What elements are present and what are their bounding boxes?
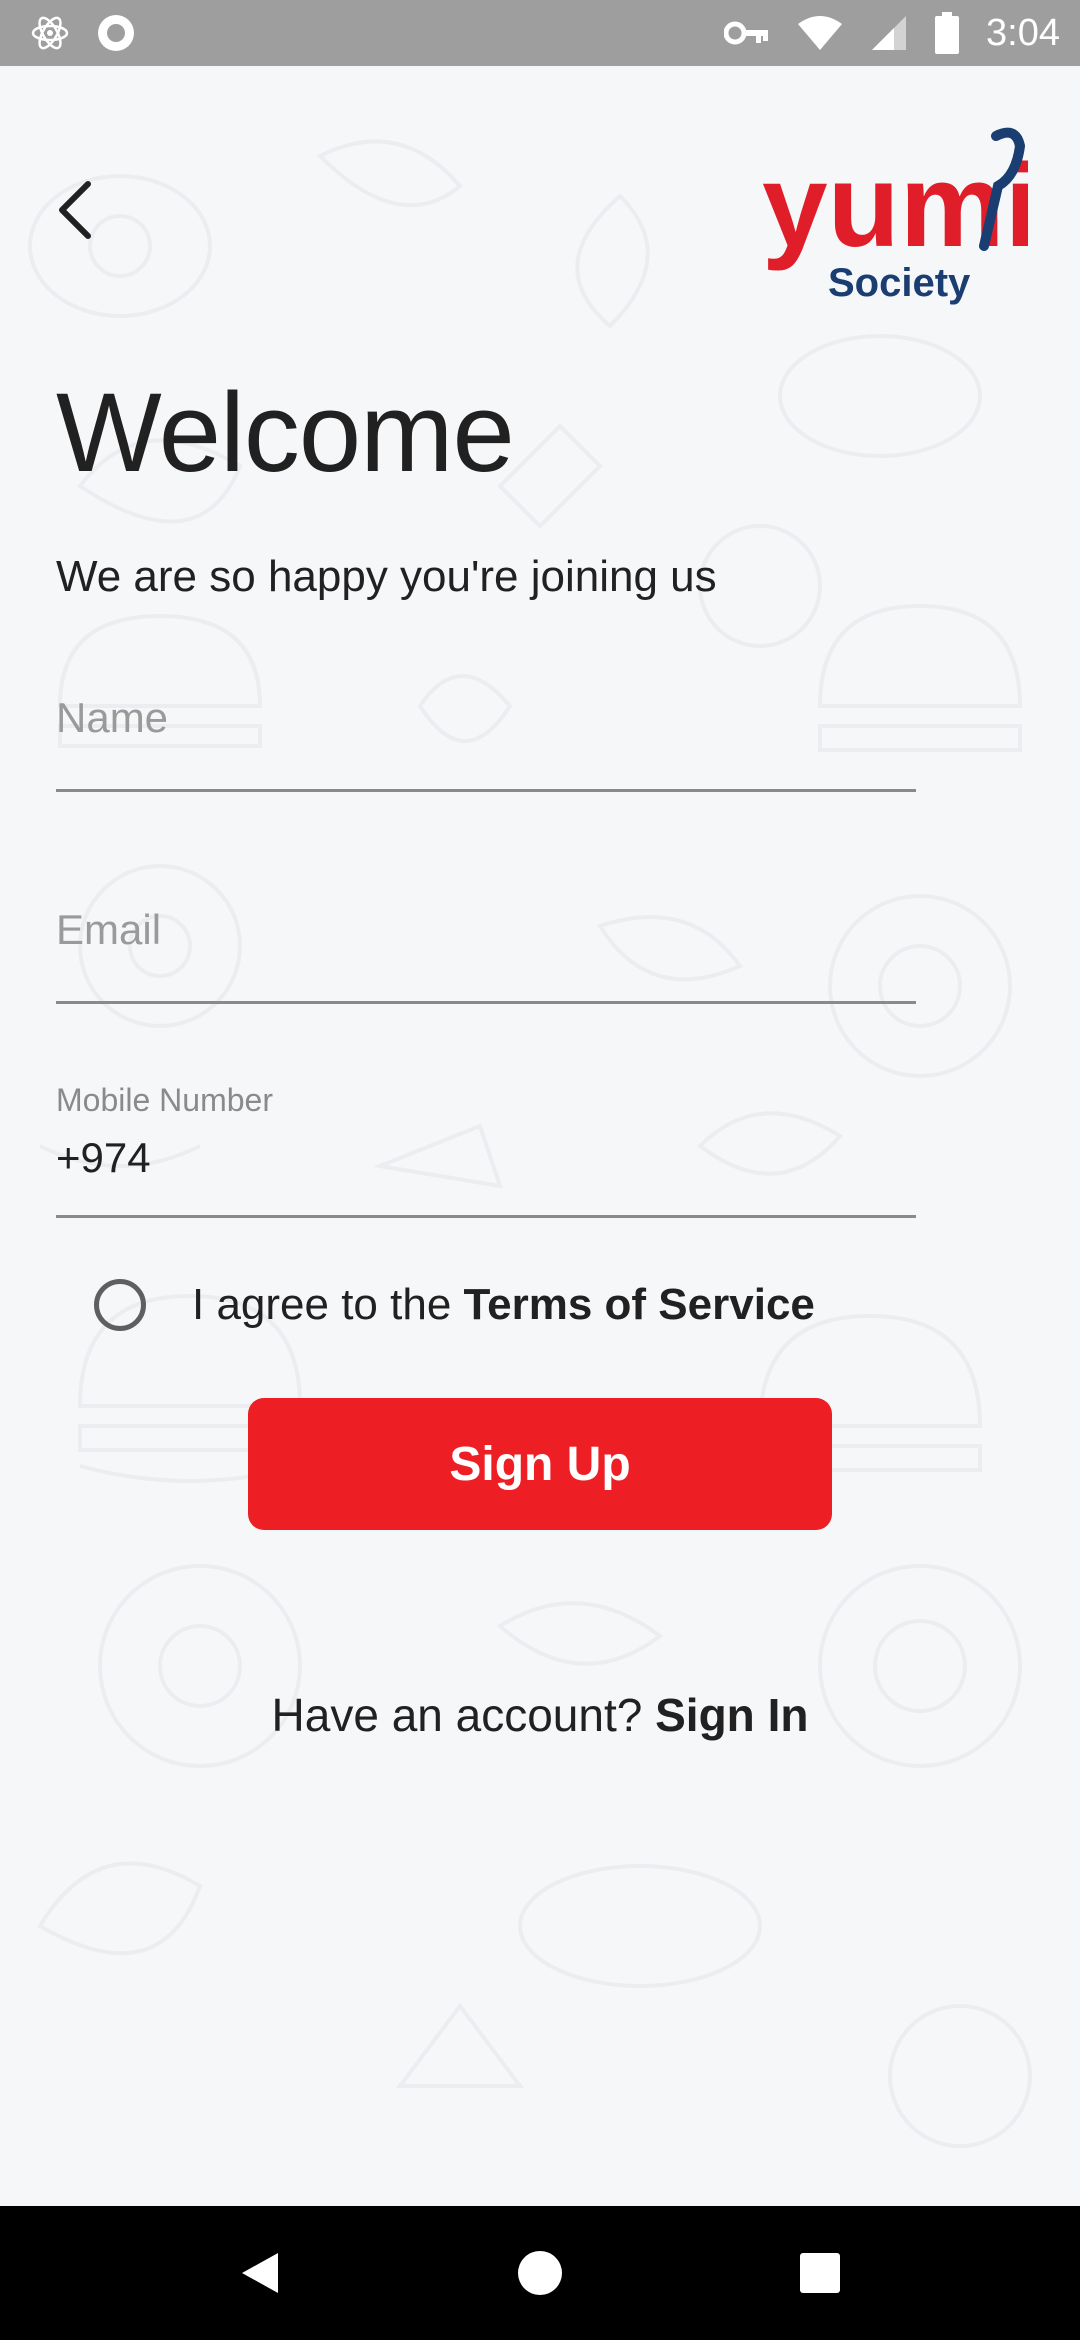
signal-icon	[872, 16, 907, 50]
email-field	[56, 892, 916, 1004]
circle-record-icon	[98, 15, 134, 51]
page-title: Welcome	[56, 370, 515, 495]
back-button[interactable]	[44, 172, 104, 248]
name-field	[56, 680, 916, 792]
mobile-field: Mobile Number	[56, 1080, 916, 1218]
terms-row: I agree to the Terms of Service	[94, 1272, 815, 1338]
back-triangle-icon	[242, 2253, 278, 2293]
signup-screen: 3:04 yumi Society Welcome We are so happ…	[0, 0, 1080, 2340]
terms-of-service-link[interactable]: Terms of Service	[464, 1280, 815, 1329]
mobile-input[interactable]	[56, 1128, 916, 1188]
atom-icon	[31, 16, 69, 50]
email-input[interactable]	[56, 900, 916, 960]
terms-prefix: I agree to the	[192, 1280, 464, 1329]
nav-recents-button[interactable]	[770, 2223, 870, 2323]
status-time: 3:04	[986, 11, 1060, 54]
sign-in-link[interactable]: Sign In	[655, 1689, 808, 1741]
nav-home-button[interactable]	[490, 2223, 590, 2323]
status-right: 3:04	[724, 12, 1060, 55]
sign-up-button[interactable]: Sign Up	[248, 1398, 832, 1530]
chevron-left-icon	[59, 181, 91, 239]
key-icon	[724, 21, 769, 45]
system-nav-bar	[0, 2206, 1080, 2340]
svg-text:Society: Society	[828, 261, 971, 305]
terms-radio[interactable]	[94, 1279, 146, 1331]
name-input[interactable]	[56, 688, 916, 748]
nav-back-button[interactable]	[210, 2223, 310, 2323]
terms-text: I agree to the Terms of Service	[192, 1280, 815, 1330]
wifi-icon	[798, 16, 843, 50]
signin-row: Have an account? Sign In	[0, 1688, 1080, 1742]
svg-text:yumi: yumi	[762, 140, 1028, 272]
status-bar: 3:04	[0, 0, 1080, 66]
page-subtitle: We are so happy you're joining us	[56, 552, 717, 601]
mobile-label: Mobile Number	[56, 1082, 273, 1118]
battery-icon	[935, 12, 960, 54]
recents-square-icon	[800, 2253, 840, 2293]
status-left	[30, 13, 136, 53]
signin-prompt: Have an account?	[271, 1689, 656, 1741]
home-circle-icon	[518, 2251, 562, 2295]
yumi-society-logo: yumi Society	[756, 116, 1037, 306]
